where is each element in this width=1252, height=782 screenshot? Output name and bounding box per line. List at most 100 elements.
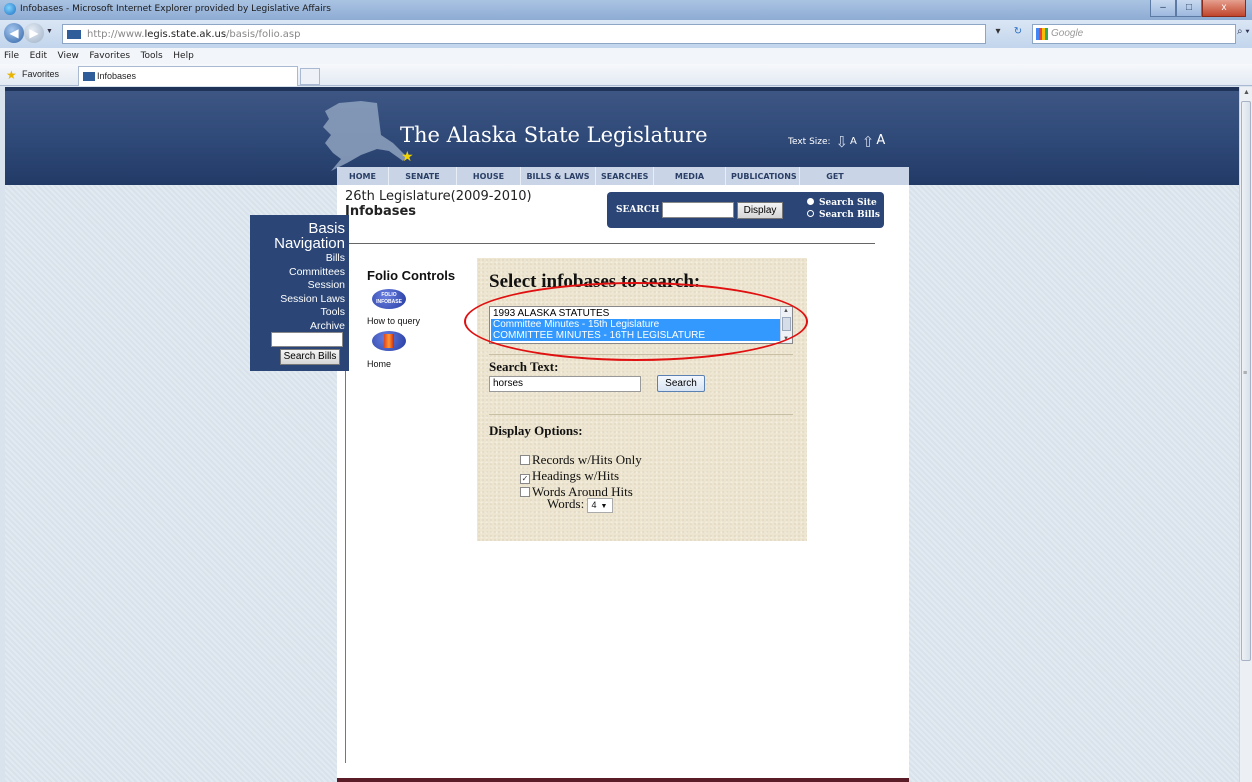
favorites-star-icon[interactable]: ★ xyxy=(6,68,17,82)
legislature-title: 26th Legislature(2009-2010) xyxy=(345,189,532,204)
scroll-grip-icon: ≡ xyxy=(1243,370,1248,377)
site-nav: HOME SENATE HOUSE BILLS & LAWS SEARCHES … xyxy=(337,167,909,201)
display-button[interactable]: Display xyxy=(737,202,783,219)
divider xyxy=(345,243,875,244)
bill-search-input[interactable] xyxy=(271,332,343,347)
increase-text-icon[interactable]: ⇧ xyxy=(862,133,875,151)
basis-nav-tools[interactable]: Tools xyxy=(280,306,345,320)
divider xyxy=(489,414,793,415)
window-title: Infobases - Microsoft Internet Explorer … xyxy=(20,4,331,14)
menu-file[interactable]: File xyxy=(4,48,19,64)
url-text: http://www.legis.state.ak.us/basis/folio… xyxy=(87,29,301,40)
favorites-bar: ★ Favorites Infobases xyxy=(0,64,1252,86)
how-to-query-link[interactable]: How to query xyxy=(367,316,420,326)
menu-help[interactable]: Help xyxy=(173,48,194,64)
display-options-label: Display Options: xyxy=(489,423,583,438)
address-bar: ◀ ▶ ▼ http://www.legis.state.ak.us/basis… xyxy=(0,20,1252,48)
url-dropdown-icon[interactable]: ▾ xyxy=(990,26,1006,37)
search-button[interactable]: Search xyxy=(657,375,705,392)
option-records-hits[interactable]: Records w/Hits Only xyxy=(520,452,642,468)
basis-nav-items: Bills Committees Session Session Laws To… xyxy=(280,252,345,333)
basis-nav-archive[interactable]: Archive xyxy=(280,320,345,334)
nav-get-started[interactable]: GET STARTED xyxy=(800,167,870,201)
basis-nav-title: Basis Navigation xyxy=(274,220,345,252)
menu-favorites[interactable]: Favorites xyxy=(89,48,130,64)
checkbox-unchecked-icon[interactable] xyxy=(520,487,530,497)
nav-senate[interactable]: SENATE xyxy=(389,167,457,187)
words-row: Words: 4 ▼ xyxy=(547,496,614,513)
nav-publications[interactable]: PUBLICATIONS xyxy=(726,167,800,187)
browser-search-input[interactable]: Google xyxy=(1032,24,1236,44)
site-search-input[interactable] xyxy=(662,202,734,218)
site-header: The Alaska State Legislature ★ Text Size… xyxy=(5,87,1239,201)
words-select[interactable]: 4 ▼ xyxy=(587,498,614,513)
google-icon xyxy=(1036,28,1048,40)
nav-media-center[interactable]: MEDIA CENTER xyxy=(654,167,726,201)
words-label: Words: xyxy=(547,496,585,511)
basis-nav-session-laws[interactable]: Session Laws xyxy=(280,293,345,307)
minimize-button[interactable]: – xyxy=(1150,0,1176,17)
scroll-up-icon[interactable]: ▲ xyxy=(1243,89,1250,96)
menu-view[interactable]: View xyxy=(58,48,79,64)
search-text-label: Search Text: xyxy=(489,359,559,374)
checkbox-unchecked-icon[interactable] xyxy=(520,455,530,465)
ie-logo-icon xyxy=(4,3,16,15)
text-size-small[interactable]: A xyxy=(850,136,857,147)
folio-controls-title: Folio Controls xyxy=(367,268,456,283)
site-search-label: SEARCH xyxy=(616,205,660,215)
basis-nav-committees[interactable]: Committees xyxy=(280,266,345,280)
menu-edit[interactable]: Edit xyxy=(30,48,47,64)
radio-unselected-icon xyxy=(807,210,814,217)
chevron-down-icon: ▼ xyxy=(600,503,608,510)
close-window-button[interactable]: x xyxy=(1202,0,1246,17)
search-go-icon[interactable]: ⌕ ▾ xyxy=(1237,26,1250,37)
radio-search-site[interactable]: Search Site xyxy=(807,198,877,208)
option-headings-hits[interactable]: ✓ Headings w/Hits xyxy=(520,468,619,484)
scroll-thumb[interactable] xyxy=(1241,101,1251,661)
tab-favicon-icon xyxy=(83,72,95,81)
footer-strip xyxy=(337,778,909,782)
tab-label: Infobases xyxy=(97,71,137,81)
radio-selected-icon xyxy=(807,198,814,205)
site-title[interactable]: The Alaska State Legislature xyxy=(400,123,708,147)
window-titlebar: Infobases - Microsoft Internet Explorer … xyxy=(0,0,1252,20)
page-title: Infobases xyxy=(345,204,417,219)
back-button[interactable]: ◀ xyxy=(4,23,24,43)
books-icon[interactable] xyxy=(372,331,406,351)
main-content: 26th Legislature(2009-2010) Infobases SE… xyxy=(337,185,909,782)
search-placeholder: Google xyxy=(1051,28,1084,39)
menu-bar: File Edit View Favorites Tools Help xyxy=(0,48,1252,64)
basis-nav-bills[interactable]: Bills xyxy=(280,252,345,266)
folio-home-link[interactable]: Home xyxy=(367,359,391,369)
menu-tools[interactable]: Tools xyxy=(141,48,163,64)
browser-tab[interactable]: Infobases xyxy=(78,66,298,86)
nav-searches[interactable]: SEARCHES xyxy=(596,167,654,187)
star-icon: ★ xyxy=(401,148,414,164)
forward-button[interactable]: ▶ xyxy=(24,23,44,43)
new-tab-button[interactable] xyxy=(300,68,320,85)
maximize-button[interactable]: □ xyxy=(1176,0,1202,17)
nav-bills-laws[interactable]: BILLS & LAWS xyxy=(521,167,596,187)
nav-house[interactable]: HOUSE xyxy=(457,167,521,187)
search-bills-button[interactable]: Search Bills xyxy=(280,349,340,365)
basis-navigation: Basis Navigation Bills Committees Session… xyxy=(250,215,349,371)
site-favicon-icon xyxy=(67,30,81,39)
checkbox-checked-icon[interactable]: ✓ xyxy=(520,474,530,484)
page-scrollbar[interactable]: ▲ ≡ xyxy=(1239,87,1252,782)
refresh-icon[interactable]: ↻ xyxy=(1010,26,1026,37)
site-search-panel: SEARCH Display Search Site Search Bills xyxy=(607,192,884,228)
folio-infobase-icon[interactable]: FOLIO INFOBASE xyxy=(372,289,406,309)
search-text-input[interactable]: horses xyxy=(489,376,641,392)
decrease-text-icon[interactable]: ⇩ xyxy=(835,133,848,151)
text-size-control: Text Size: ⇩ A ⇧ A xyxy=(788,133,885,151)
window-controls: – □ x xyxy=(1150,0,1246,18)
annotation-ellipse xyxy=(464,282,808,361)
text-size-large[interactable]: A xyxy=(876,133,885,148)
radio-search-bills[interactable]: Search Bills xyxy=(807,210,880,220)
nav-home[interactable]: HOME xyxy=(337,167,389,187)
history-dropdown-icon[interactable]: ▼ xyxy=(46,28,53,35)
basis-nav-session[interactable]: Session xyxy=(280,279,345,293)
favorites-button[interactable]: Favorites xyxy=(22,69,59,79)
url-field[interactable]: http://www.legis.state.ak.us/basis/folio… xyxy=(62,24,986,44)
text-size-label: Text Size: xyxy=(788,137,831,147)
